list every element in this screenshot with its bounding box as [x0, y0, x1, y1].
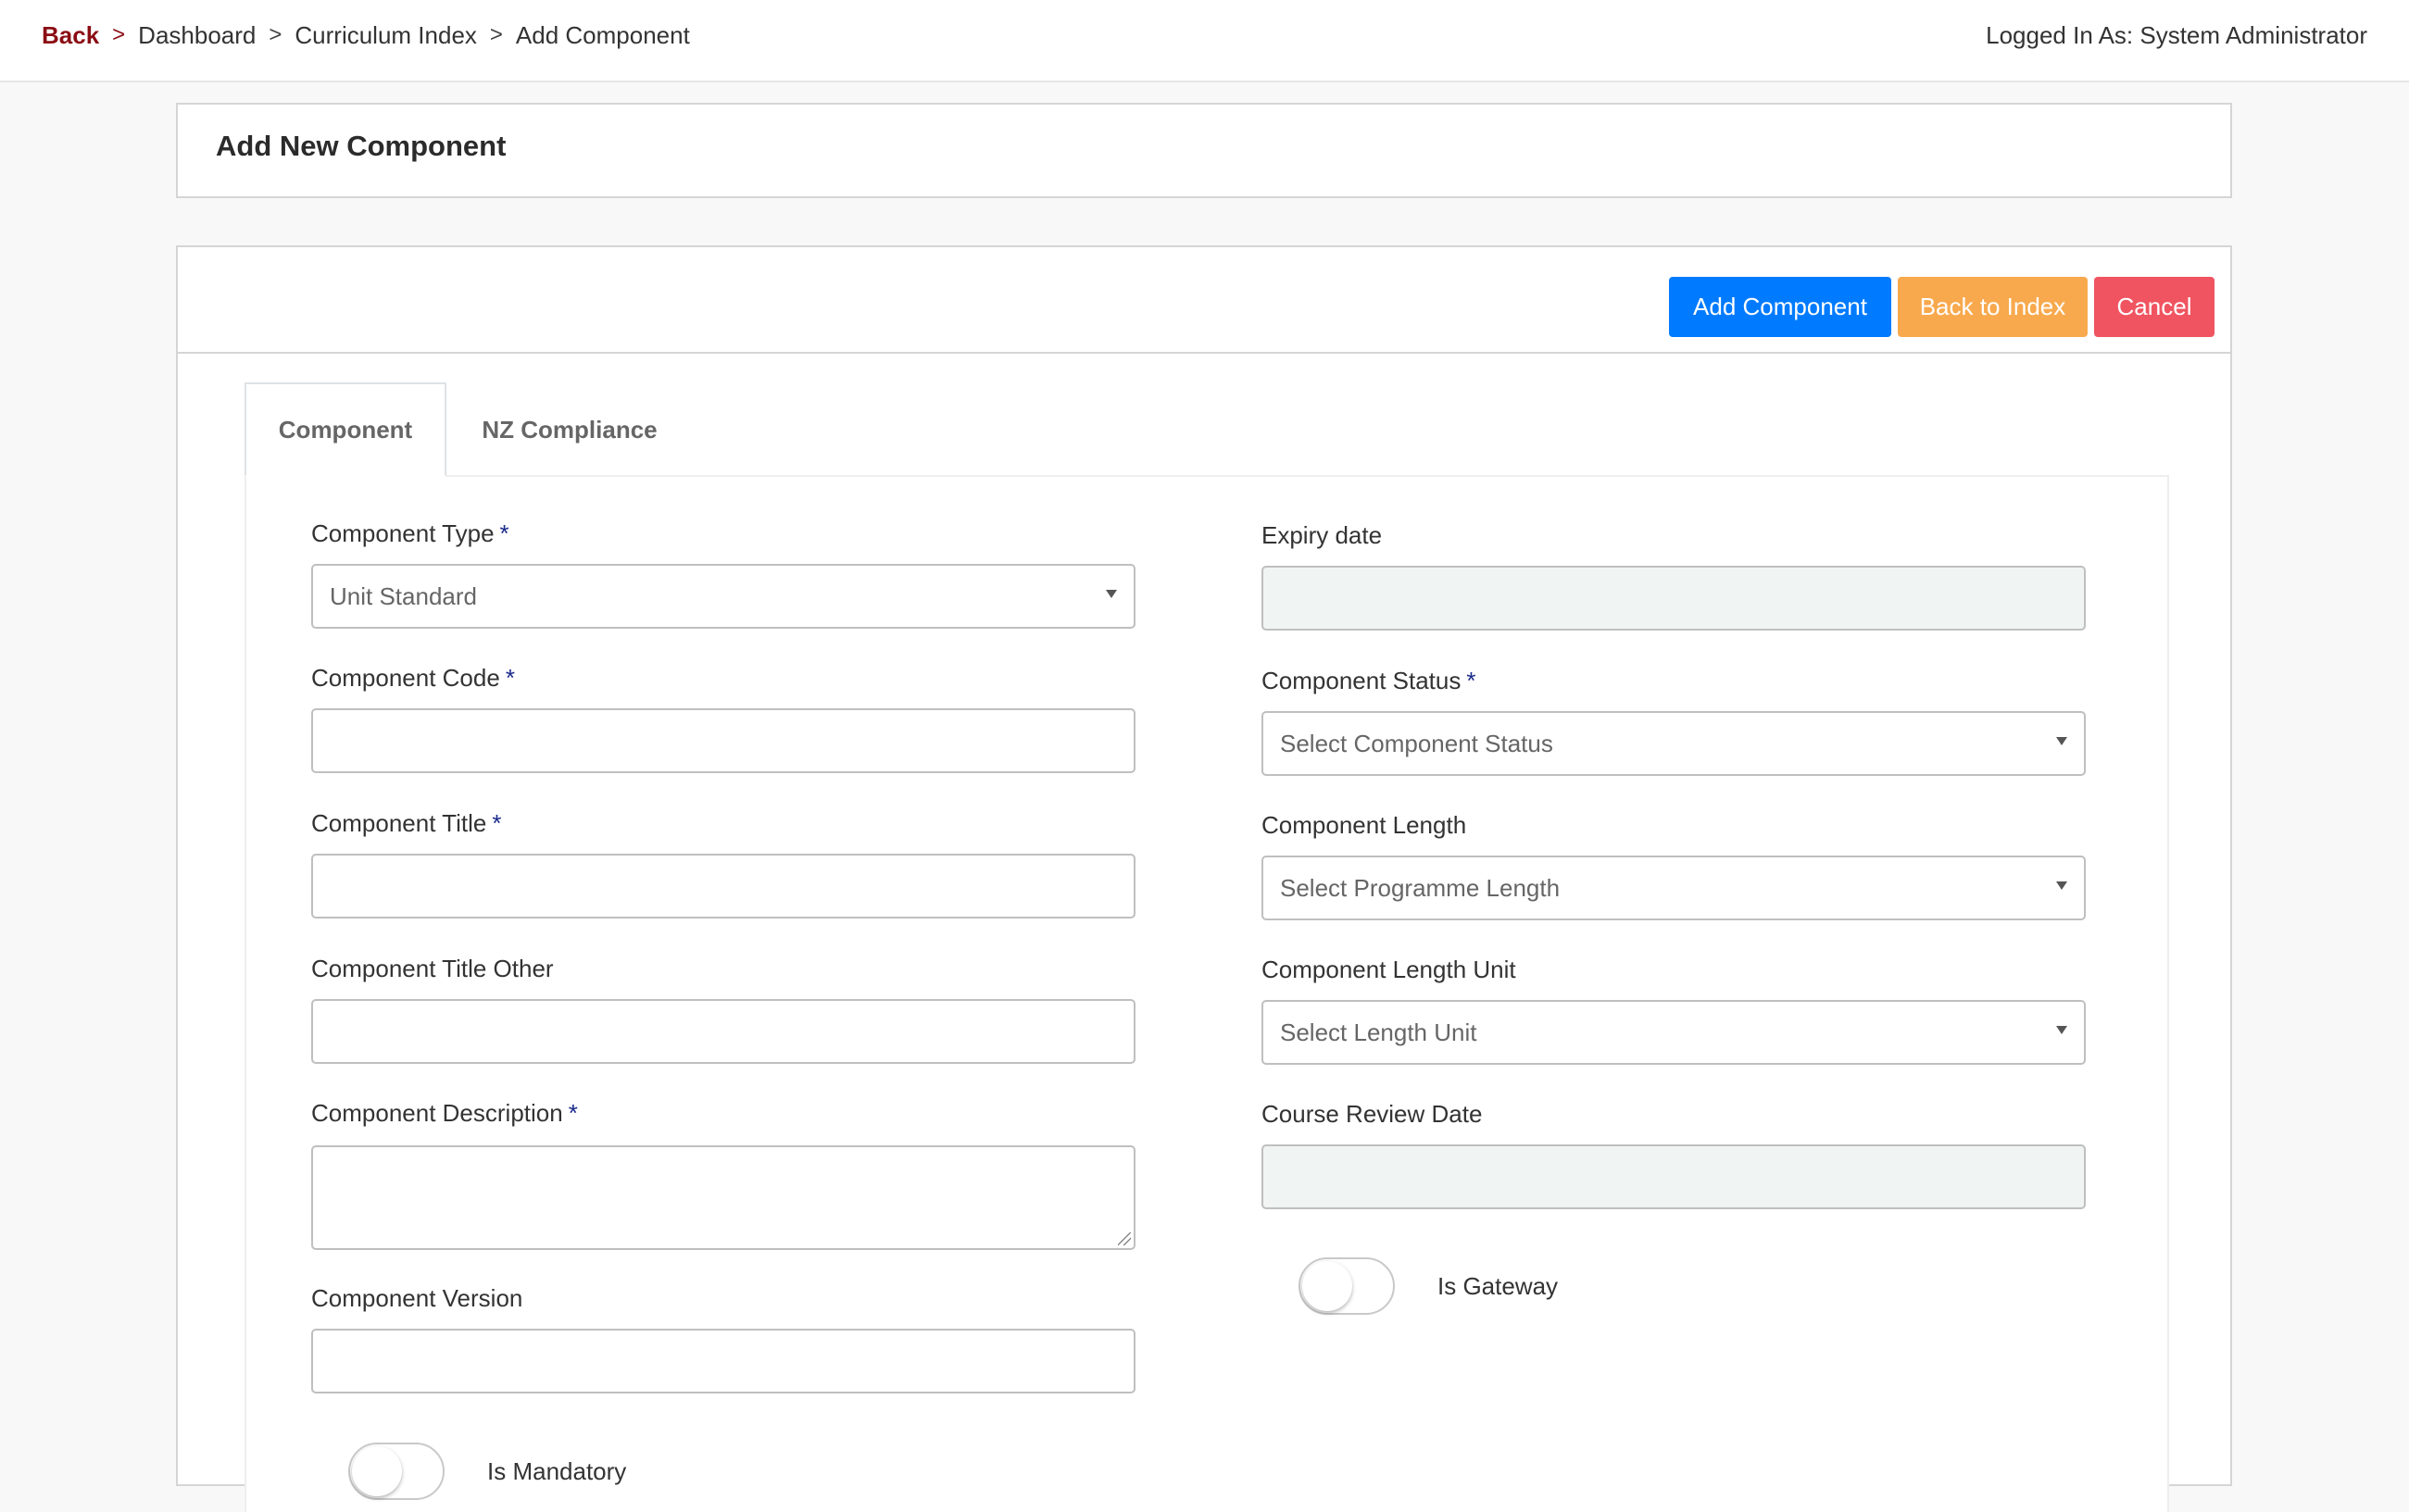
tab-bar: Component NZ Compliance — [245, 382, 2171, 477]
resize-grip-icon[interactable] — [1118, 1232, 1131, 1245]
component-description-textarea[interactable] — [311, 1145, 1135, 1250]
component-length-unit-select[interactable]: Select Length Unit — [1261, 1000, 2086, 1065]
expiry-date-label: Expiry date — [1261, 521, 1383, 549]
component-status-field: Component Status * Select Component Statu… — [1261, 665, 2086, 776]
breadcrumb-add-component: Add Component — [515, 20, 690, 49]
component-title-label: Component Title * — [311, 809, 502, 837]
expiry-date-input[interactable] — [1261, 566, 2086, 631]
course-review-date-label: Course Review Date — [1261, 1100, 1483, 1128]
component-tab-pane: Component Type * Unit Standard Component … — [245, 475, 2169, 1512]
top-bar: Back > Dashboard > Curriculum Index > Ad… — [0, 0, 2409, 82]
tab-component[interactable]: Component — [245, 382, 446, 477]
toggle-knob — [1302, 1261, 1352, 1311]
component-title-other-label: Component Title Other — [311, 955, 554, 982]
component-description-field: Component Description * — [311, 1097, 1135, 1250]
component-length-select[interactable]: Select Programme Length — [1261, 856, 2086, 920]
component-type-label: Component Type * — [311, 519, 509, 547]
caret-down-icon — [2056, 737, 2067, 745]
component-length-placeholder: Select Programme Length — [1280, 873, 1561, 902]
cancel-button[interactable]: Cancel — [2094, 277, 2215, 337]
caret-down-icon — [2056, 881, 2067, 890]
component-code-field: Component Code * — [311, 662, 1135, 773]
action-bar: Add Component Back to Index Cancel — [178, 247, 2230, 354]
form-card: Add Component Back to Index Cancel Compo… — [176, 245, 2232, 1512]
is-gateway-toggle[interactable] — [1299, 1257, 1395, 1315]
component-code-label: Component Code * — [311, 664, 515, 692]
is-mandatory-toggle[interactable] — [348, 1443, 445, 1500]
breadcrumb: Back > Dashboard > Curriculum Index > Ad… — [42, 19, 690, 52]
component-status-label: Component Status * — [1261, 667, 1476, 694]
component-description-label: Component Description * — [311, 1099, 578, 1127]
breadcrumb-separator: > — [489, 22, 503, 47]
back-to-index-button[interactable]: Back to Index — [1898, 277, 2088, 337]
component-version-label: Component Version — [311, 1284, 523, 1312]
breadcrumb-dashboard[interactable]: Dashboard — [138, 21, 256, 50]
component-length-label: Component Length — [1261, 811, 1467, 839]
component-status-select[interactable]: Select Component Status — [1261, 711, 2086, 776]
expiry-date-field: Expiry date — [1261, 519, 2086, 631]
component-type-field: Component Type * Unit Standard — [311, 518, 1135, 629]
is-mandatory-label: Is Mandatory — [487, 1456, 627, 1485]
component-title-input[interactable] — [311, 854, 1135, 918]
component-title-other-field: Component Title Other — [311, 953, 1135, 1064]
caret-down-icon — [2056, 1026, 2067, 1034]
component-length-unit-field: Component Length Unit Select Length Unit — [1261, 954, 2086, 1065]
is-gateway-label: Is Gateway — [1437, 1271, 1559, 1300]
add-component-button[interactable]: Add Component — [1669, 277, 1891, 337]
component-title-other-input[interactable] — [311, 999, 1135, 1064]
component-version-input[interactable] — [311, 1329, 1135, 1393]
component-length-unit-label: Component Length Unit — [1261, 956, 1516, 983]
page-title: Add New Component — [216, 130, 507, 162]
toggle-knob — [352, 1446, 402, 1496]
course-review-date-field: Course Review Date — [1261, 1098, 2086, 1209]
is-gateway-row: Is Gateway — [1299, 1257, 1558, 1315]
tab-nz-compliance[interactable]: NZ Compliance — [446, 382, 693, 477]
component-status-placeholder: Select Component Status — [1280, 729, 1553, 757]
component-length-unit-placeholder: Select Length Unit — [1280, 1018, 1477, 1046]
course-review-date-input[interactable] — [1261, 1144, 2086, 1209]
page-header-card: Add New Component — [176, 103, 2232, 198]
is-mandatory-row: Is Mandatory — [348, 1443, 626, 1500]
back-link[interactable]: Back — [42, 21, 99, 50]
breadcrumb-separator: > — [112, 22, 126, 47]
breadcrumb-separator: > — [269, 22, 282, 47]
component-length-field: Component Length Select Programme Length — [1261, 809, 2086, 920]
logged-in-user: Logged In As: System Administrator — [1986, 20, 2367, 49]
component-version-field: Component Version — [311, 1282, 1135, 1393]
component-type-select[interactable]: Unit Standard — [311, 564, 1135, 629]
component-code-input[interactable] — [311, 708, 1135, 773]
breadcrumb-curriculum-index[interactable]: Curriculum Index — [295, 21, 477, 50]
component-type-value: Unit Standard — [330, 581, 477, 610]
caret-down-icon — [1106, 590, 1117, 598]
component-title-field: Component Title * — [311, 807, 1135, 918]
